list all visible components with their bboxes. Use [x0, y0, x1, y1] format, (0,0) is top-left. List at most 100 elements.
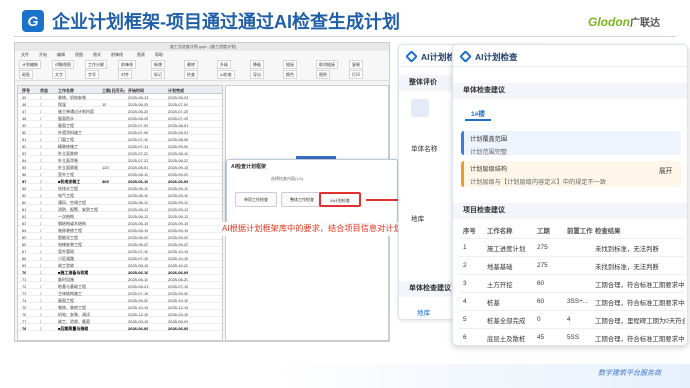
ribbon-button[interactable]: 讲解视图	[52, 60, 74, 69]
hierarchy-title: 计划层级结构	[470, 166, 508, 173]
table-row[interactable]: 6 底层土及散桩 45 5SS 工期合理，符合标准工期要求中底层土及	[459, 329, 685, 345]
grid-cell: 小区道路	[58, 256, 74, 261]
ribbon-tab[interactable]: 编辑	[55, 51, 67, 58]
grid-cell: 56	[22, 172, 27, 177]
ribbon-button[interactable]: 取消链接	[316, 60, 338, 69]
grid-cell: 2025-06-15	[128, 228, 149, 233]
ribbon-button[interactable]: 新增	[151, 60, 165, 69]
table-row[interactable]: 78 □ ■后期质量与维修 2026-06-09 2026-06-09	[18, 326, 222, 331]
table-row[interactable]: 49 □ 屋面工程 2025-07-03 2025-08-01	[18, 123, 222, 128]
ribbon-button[interactable]: 字号	[85, 70, 99, 79]
ribbon-button[interactable]: 前锋线	[118, 60, 136, 69]
ribbon-button[interactable]: 复制	[349, 60, 363, 69]
table-row[interactable]: 77 □ 竣工、验收、备案 2026-03-15 2026-06-09	[18, 319, 222, 324]
table-row[interactable]: 66 □ 电梯安装工程 2025-06-20 2025-09-20	[18, 242, 222, 247]
tab-building-1[interactable]: 1#楼	[471, 108, 485, 118]
ai-plan-check-button[interactable]: AI计划检查	[319, 192, 361, 207]
grid-cell: 屋面工程	[58, 123, 74, 128]
table-row[interactable]: 61 □ 消防、报警、安防工程 2025-06-12 2025-09-12	[18, 207, 222, 212]
ribbon-button[interactable]: 链接	[283, 60, 297, 69]
grid-cell: 施工单通过计划内容	[58, 109, 94, 114]
table-row[interactable]: 50 □ 外墙涂料施工 2025-07-06 2025-08-01	[18, 130, 222, 135]
table-row[interactable]: 45 □ 装修、机电安装 2025-06-13 2025-06-24	[18, 95, 222, 100]
ribbon-button[interactable]: 标记	[151, 70, 165, 79]
table-row[interactable]: 68 □ 小区道路 2025-07-15 2025-10-15	[18, 256, 222, 261]
grid-cell: 外立面收尾	[58, 165, 78, 170]
table-cell: 275	[537, 262, 548, 269]
ribbon-button[interactable]: 检查	[184, 70, 198, 79]
ribbon-button[interactable]: 文字	[52, 70, 66, 79]
ribbon-button[interactable]: 打印	[349, 70, 363, 79]
table-row[interactable]: 1 施工进度计划 275 未找到标准，无法判断	[459, 239, 685, 257]
table-row[interactable]: 5 桩基全部完成 0 4 工期合理，里程碑工期为0天符合要求	[459, 311, 685, 329]
table-row[interactable]: 55 □ 外立面收尾 120 2025-08-01 2025-09-15	[18, 165, 222, 170]
unit-name-value: 地库	[411, 216, 425, 223]
table-row[interactable]: 54 □ 外立面涂装 2025-07-22 2025-08-22	[18, 158, 222, 163]
grid-cell: 2025-06-20	[128, 235, 149, 240]
table-row[interactable]: 57 □ ■机电安装工 365 2025-06-10 2026-06-09	[18, 179, 222, 184]
table-row[interactable]: 47 □ 施工单通过计划内容 2025-06-25 2025-07-25	[18, 109, 222, 114]
ribbon-button[interactable]: 颜色	[283, 70, 297, 79]
table-row[interactable]: 64 □ 装饰装修工程 2025-06-15 2025-09-15	[18, 228, 222, 233]
table-cell: 工期合理，里程碑工期为0天符合要求	[595, 318, 685, 325]
table-row[interactable]: 52 □ 精装修施工 2025-07-11 2025-09-09	[18, 144, 222, 149]
expand-link[interactable]: 展开	[659, 165, 672, 175]
table-row[interactable]: 76 □ 机电、安装、调试 2025-12-15 2026-03-15	[18, 312, 222, 317]
overall-check-button[interactable]: 整体工作检查	[281, 192, 323, 207]
table-row[interactable]: 2 地基基础 275 未找到标准，无法判断	[459, 257, 685, 275]
table-row[interactable]: 4 桩基 60 3SS+... 工期合理，符合标准工期要求中桩基60天	[459, 293, 685, 311]
grid-cell: □	[40, 158, 43, 163]
grid-cell: □	[40, 256, 43, 261]
ribbon-tab[interactable]: 视图	[73, 51, 85, 58]
table-row[interactable]: 53 □ 外立面装修 2025-07-20 2025-08-10	[18, 151, 222, 156]
table-row[interactable]: 71 □ 临时设施 2025-06-10 2025-06-20	[18, 277, 222, 282]
grid-cell: 2026-06-09	[128, 326, 149, 331]
table-row[interactable]: 69 □ 竣工验收 2025-08-15 2025-10-20	[18, 263, 222, 268]
table-row[interactable]: 65 □ 智能化工程 2025-06-20 2025-09-20	[18, 235, 222, 240]
ribbon-tab[interactable]: 格式	[91, 51, 103, 58]
ribbon-button[interactable]: AI检查	[217, 70, 235, 79]
ribbon-button[interactable]: 粘贴	[19, 70, 33, 79]
table-row[interactable]: 51 □ 门窗工程 2025-07-10 2025-08-08	[18, 137, 222, 142]
grid-column-header: 工期(日历天)	[102, 88, 125, 93]
grid-cell: 2025-07-06	[128, 130, 149, 135]
ribbon-button[interactable]: 降级	[250, 60, 264, 69]
table-row[interactable]: 60 □ 通风、空调工程 2025-06-10 2025-09-10	[18, 200, 222, 205]
ai-check-dialog: AI检查计划框架 选择检查内容(1/2) 单项工作检查 整体工作检查 AI计划检…	[226, 159, 398, 223]
ribbon-button[interactable]: 升级	[217, 60, 231, 69]
table-row[interactable]: 46 □ 保温 15 2025-06-25 2025-07-09	[18, 102, 222, 107]
table-row[interactable]: 67 □ 室外管网 2025-07-10 2025-10-15	[18, 249, 222, 254]
table-row[interactable]: 62 □ 一次结构 2025-06-12 2025-09-12	[18, 214, 222, 219]
table-row[interactable]: 59 □ 电气工程 2025-06-10 2025-09-10	[18, 193, 222, 198]
grid-cell: 2025-07-22	[128, 158, 149, 163]
ribbon-button[interactable]: 图例	[316, 70, 330, 79]
grid-cell: 2025-08-01	[168, 130, 189, 135]
table-row[interactable]: 58 □ 给排水工程 2025-06-10 2025-09-10	[18, 186, 222, 191]
subtab-garage[interactable]: 地库	[417, 307, 430, 317]
tab-underline	[465, 119, 491, 121]
ribbon-button[interactable]: 导出	[250, 70, 264, 79]
ribbon-tab[interactable]: 文件	[19, 51, 31, 58]
ribbon-button[interactable]: 计划编制	[19, 60, 41, 69]
table-row[interactable]: 75 □ 装饰、装修工程 2025-10-15 2025-12-15	[18, 305, 222, 310]
ribbon-tab[interactable]: 前锋线	[109, 51, 125, 58]
table-row[interactable]: 72 □ 地基与基础工程 2025-06-21 2025-07-15	[18, 284, 222, 289]
ribbon-tab[interactable]: 帮助	[153, 51, 165, 58]
table-row[interactable]: 3 土方开挖 60 工期合理，符合标准工期要求中土方开挖	[459, 275, 685, 293]
table-row[interactable]: 74 □ 屋面工程 2025-09-30 2025-10-15	[18, 298, 222, 303]
ribbon-button[interactable]: 工作分解	[85, 60, 107, 69]
unit-suggest-section: 单体检查建议	[453, 83, 687, 99]
single-check-button[interactable]: 单项工作检查	[235, 192, 277, 207]
ribbon-button[interactable]: 删除	[184, 60, 198, 69]
table-row[interactable]: 63 □ 钢结构或木结构 2025-06-15 2025-09-15	[18, 221, 222, 226]
grid-cell: 2025-09-15	[168, 228, 189, 233]
table-row[interactable]: 48 □ 屋面防水 2025-06-25 2025-07-25	[18, 116, 222, 121]
table-row[interactable]: 70 □ ■施工准备与收尾 2025-06-10 2026-06-09	[18, 270, 222, 275]
table-row[interactable]: 56 □ 室外工程 2025-08-10 2025-09-20	[18, 172, 222, 177]
ribbon-button[interactable]: 对齐	[118, 70, 132, 79]
table-row[interactable]: 73 □ 主体结构施工 2025-07-16 2025-09-30	[18, 291, 222, 296]
table-cell: 60	[537, 280, 545, 287]
table-cell: 地基基础	[487, 264, 513, 271]
ribbon-tab[interactable]: 图表	[135, 51, 147, 58]
ribbon-tab[interactable]: 开始	[37, 51, 49, 58]
